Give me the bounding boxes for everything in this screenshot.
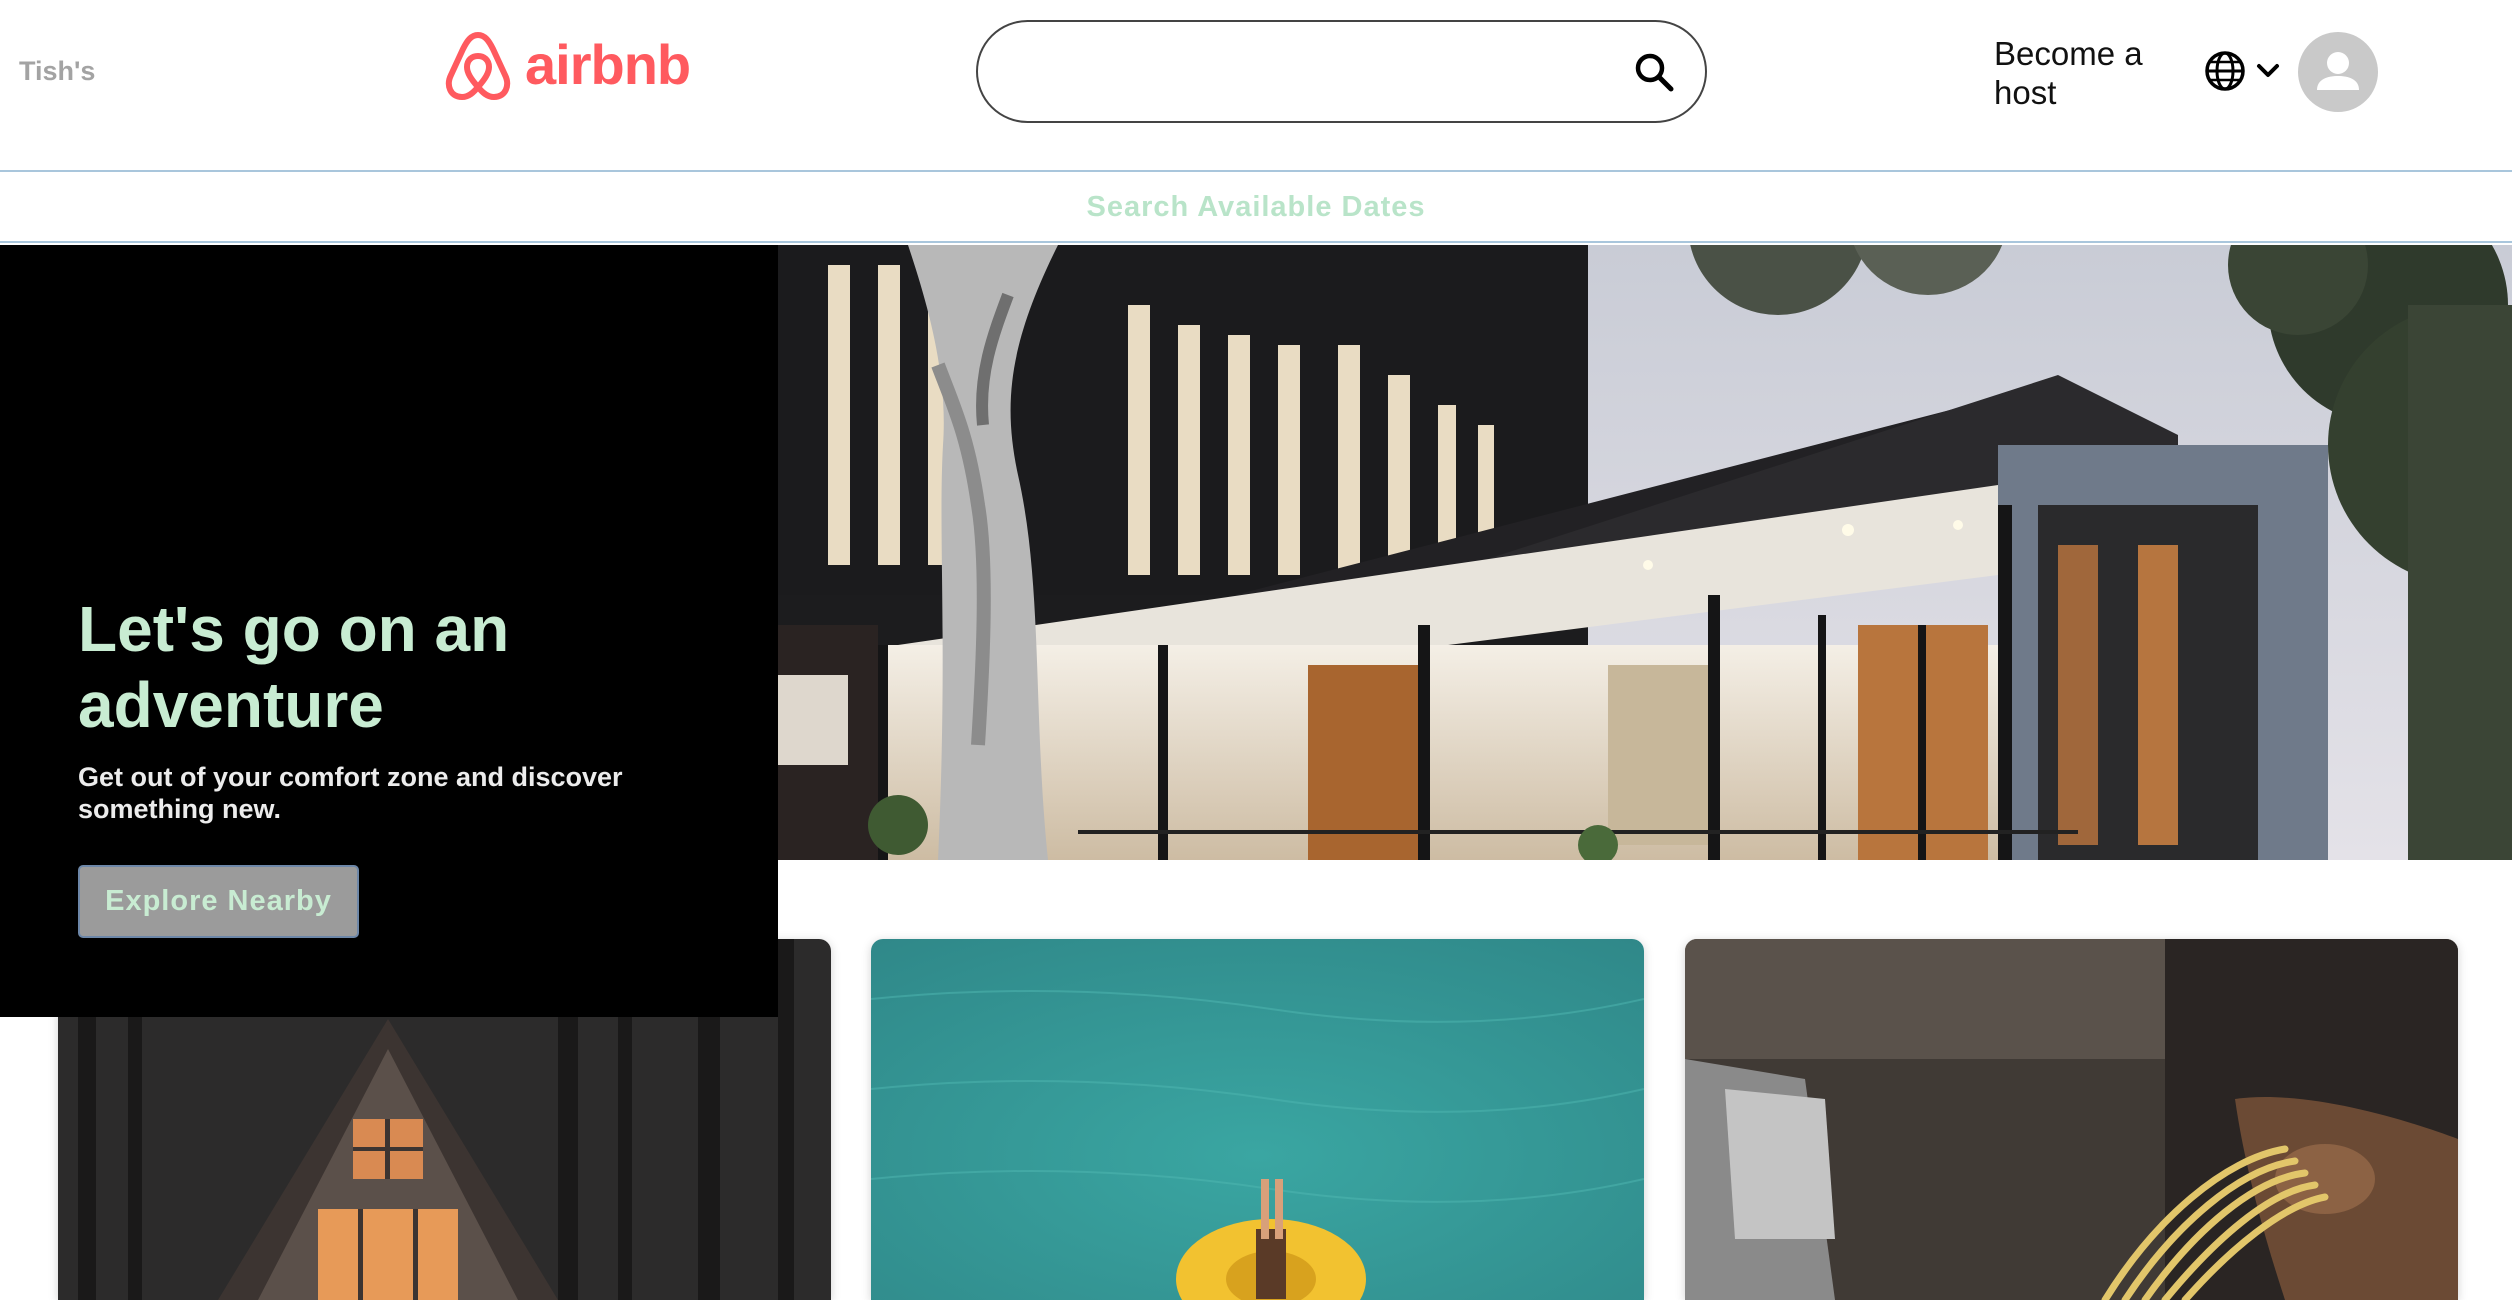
become-host-link[interactable]: Become a host [1994, 34, 2164, 112]
search-input[interactable] [1008, 42, 1588, 102]
pasta-making-photo [1685, 939, 2458, 1300]
airbnb-logo[interactable]: airbnb [443, 27, 691, 103]
hero-subtitle: Get out of your comfort zone and discove… [78, 762, 623, 824]
user-avatar-icon [2317, 52, 2359, 90]
user-avatar-button[interactable] [2298, 32, 2378, 112]
modern-house-photo [778, 245, 2512, 860]
logo-wordmark: airbnb [525, 33, 691, 96]
language-selector[interactable] [2203, 48, 2287, 94]
explore-nearby-button[interactable]: Explore Nearby [78, 865, 359, 938]
search-dates-bar: Search Available Dates [0, 173, 2512, 243]
search-bar[interactable] [976, 20, 1707, 123]
search-dates-button[interactable]: Search Available Dates [1086, 191, 1425, 224]
hero-title: Let's go on an adventure [78, 593, 510, 741]
top-navbar: Tish's airbnb Become a host [0, 0, 2512, 172]
brand-owner-label: Tish's [19, 56, 96, 86]
chevron-down-icon [2257, 64, 2279, 77]
search-icon [1635, 53, 1674, 92]
hero-image [778, 245, 2512, 860]
airbnb-logo-icon [445, 32, 511, 100]
listing-card[interactable] [1685, 939, 2458, 1300]
listing-card[interactable] [871, 939, 1644, 1300]
globe-icon [2205, 51, 2245, 91]
pool-float-photo [871, 939, 1644, 1300]
search-button[interactable] [1631, 49, 1679, 97]
hero-panel: Let's go on an adventure Get out of your… [0, 245, 778, 1017]
